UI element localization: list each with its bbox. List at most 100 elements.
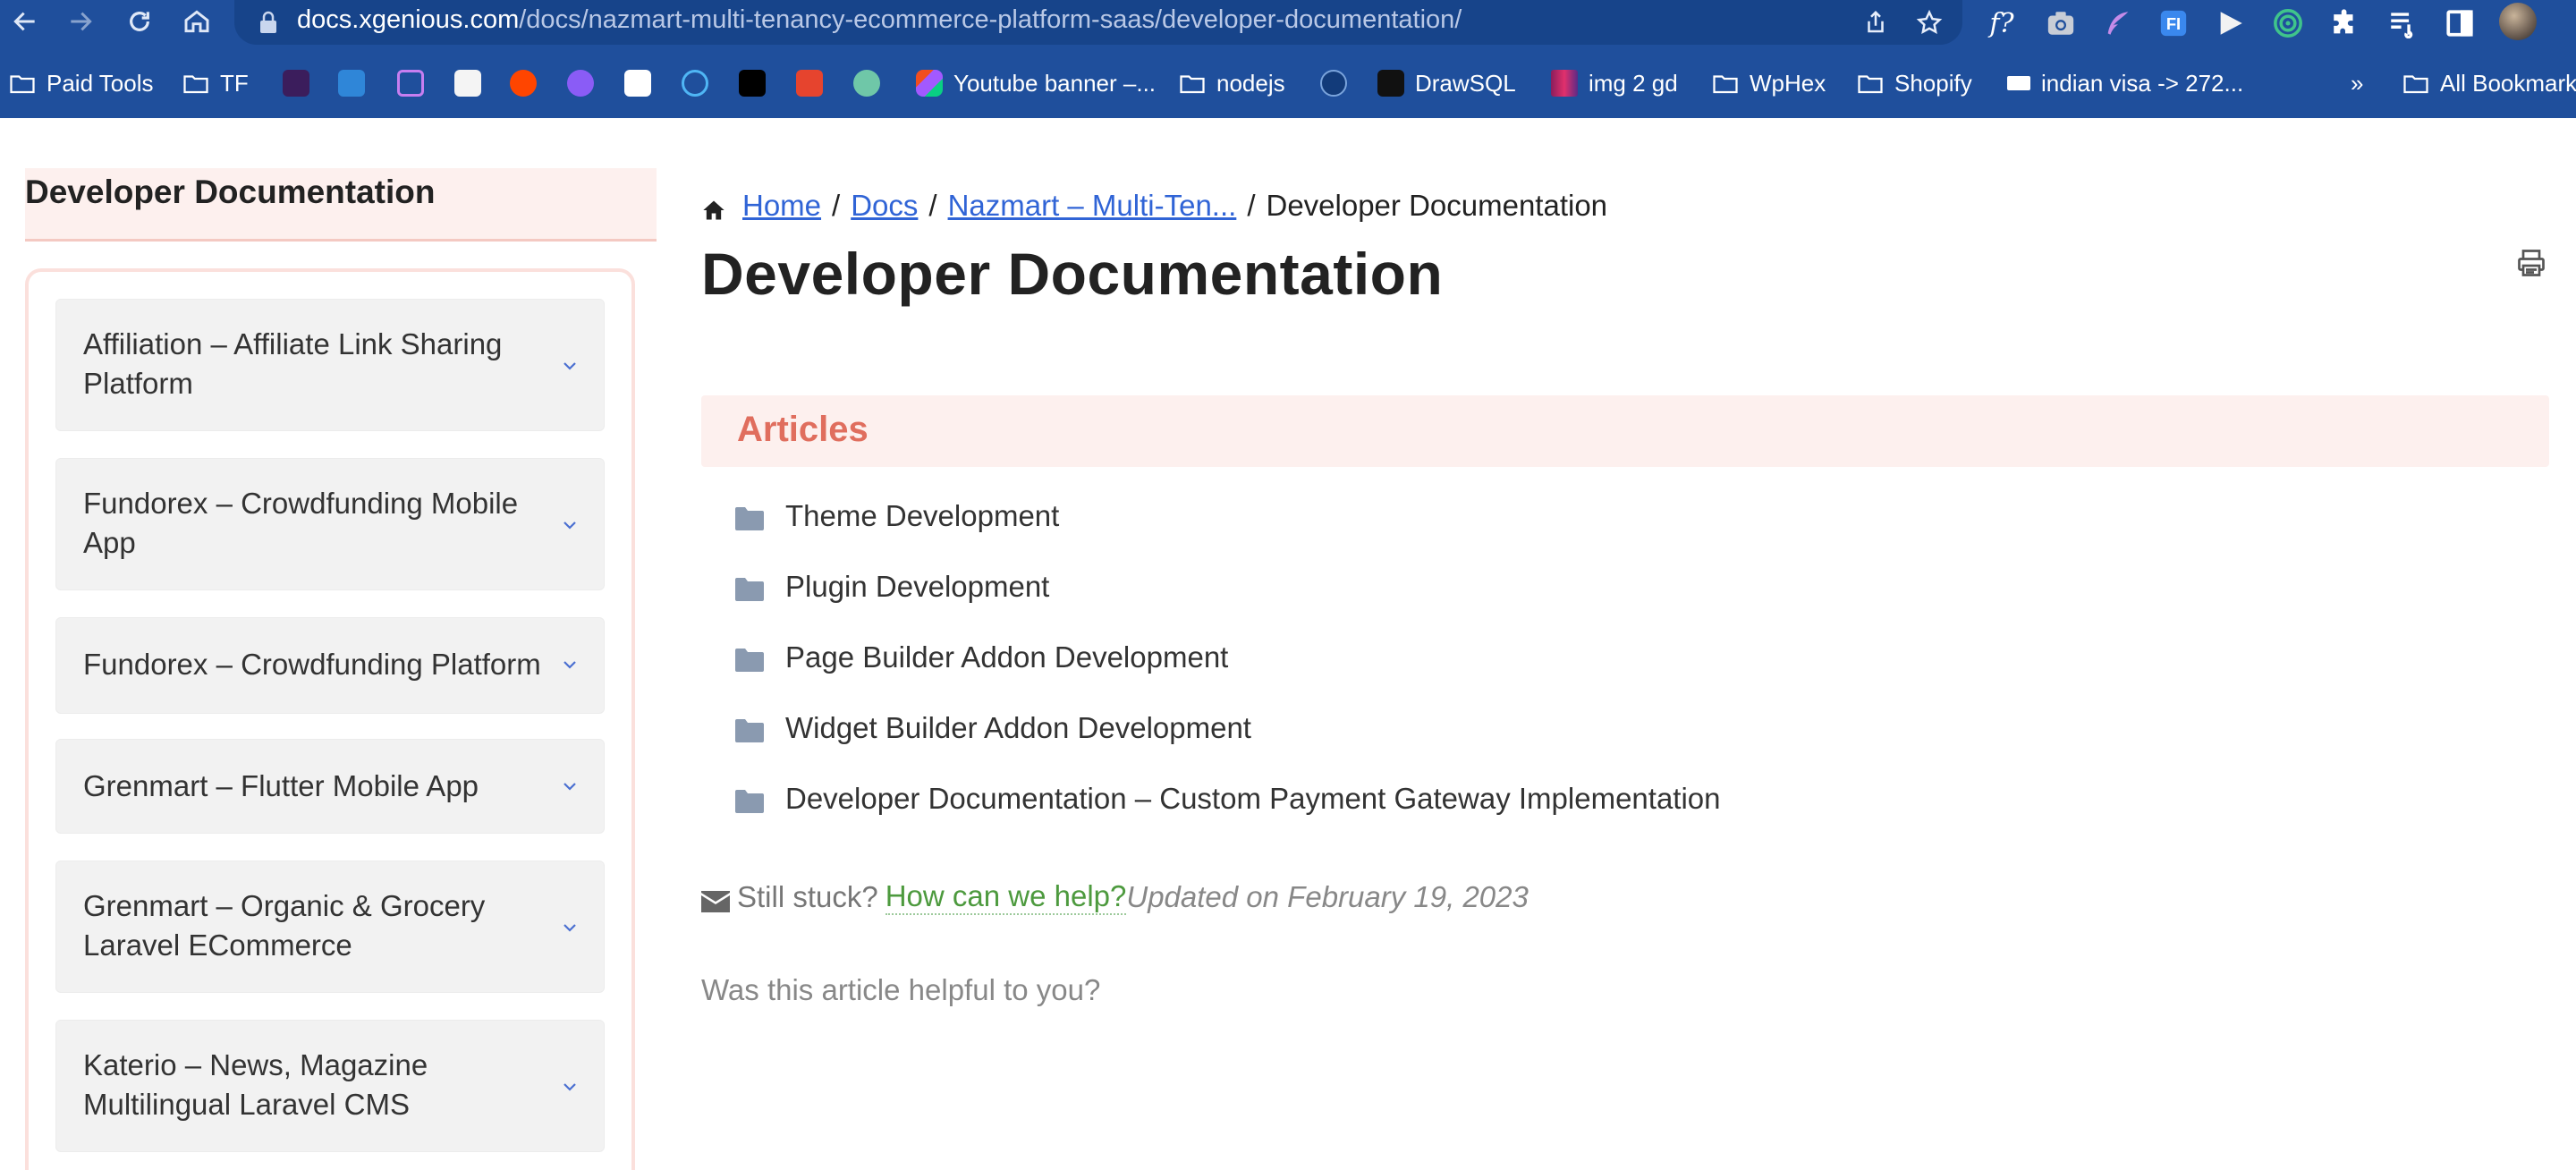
folder-icon	[1712, 70, 1739, 97]
category-label: Fundorex – Crowdfunding Platform	[83, 648, 541, 681]
bookmark-folder-nodejs[interactable]: nodejs	[1179, 61, 1285, 106]
home-icon[interactable]	[179, 4, 215, 39]
bookmark-folder-shopify[interactable]: Shopify	[1857, 61, 1972, 106]
bookmarks-overflow-button[interactable]: »	[2351, 61, 2363, 106]
category-label: Katerio – News, Magazine Multilingual La…	[83, 1048, 428, 1121]
bookmark-folder-all-bookmarks[interactable]: All Bookmarks	[2402, 61, 2576, 106]
print-icon[interactable]	[2515, 247, 2547, 279]
breadcrumb-separator: /	[832, 189, 841, 222]
bookmark-folder-tf[interactable]: TF	[182, 61, 249, 106]
bookmark-favicon-8[interactable]	[682, 70, 708, 97]
sidebar-category-affiliation[interactable]: Affiliation – Affiliate Link Sharing Pla…	[55, 299, 605, 431]
sidebar-category-grenmart-laravel[interactable]: Grenmart – Organic & Grocery Laravel ECo…	[55, 861, 605, 993]
chevron-down-icon[interactable]	[561, 656, 579, 674]
chevron-down-icon[interactable]	[561, 516, 579, 534]
folder-icon	[1179, 70, 1206, 97]
fi-extension-icon[interactable]: FI	[2156, 5, 2191, 41]
article-link-custom-payment-gateway[interactable]: Developer Documentation – Custom Payment…	[735, 778, 1721, 819]
reading-list-icon[interactable]	[2385, 5, 2420, 41]
visa-favicon	[2007, 76, 2030, 90]
figma-favicon	[916, 70, 943, 97]
browser-toolbar: docs.xgenious.com/docs/nazmart-multi-ten…	[0, 0, 2576, 45]
breadcrumb: Home / Docs / Nazmart – Multi-Ten... / D…	[701, 186, 1607, 225]
bookmark-folder-paid-tools[interactable]: Paid Tools	[9, 61, 154, 106]
sidebar-title: Developer Documentation	[25, 174, 436, 210]
category-label: Grenmart – Flutter Mobile App	[83, 769, 479, 802]
bookmark-label: WpHex	[1750, 69, 1826, 97]
address-bar[interactable]: docs.xgenious.com/docs/nazmart-multi-ten…	[234, 0, 1962, 45]
help-link[interactable]: How can we help?	[885, 879, 1127, 915]
bookmark-favicon-2[interactable]	[338, 70, 365, 97]
camera-extension-icon[interactable]	[2043, 5, 2079, 41]
url-host: docs.xgenious.com	[297, 5, 520, 34]
bookmark-favicon-10[interactable]	[796, 70, 823, 97]
bookmark-favicon-7[interactable]	[624, 70, 651, 97]
target-extension-icon[interactable]	[2270, 5, 2306, 41]
bookmark-star-icon[interactable]	[1912, 5, 1946, 39]
feather-extension-icon[interactable]	[2100, 5, 2136, 41]
sidebar-category-grenmart-flutter[interactable]: Grenmart – Flutter Mobile App	[55, 739, 605, 834]
category-label: Affiliation – Affiliate Link Sharing Pla…	[83, 327, 503, 400]
extension-f-icon[interactable]: f?	[1984, 5, 2020, 41]
article-title: Page Builder Addon Development	[785, 640, 1229, 674]
sidebar-category-katerio[interactable]: Katerio – News, Magazine Multilingual La…	[55, 1020, 605, 1152]
reddit-favicon[interactable]	[510, 70, 537, 97]
bookmark-favicon-12[interactable]	[1320, 70, 1347, 97]
play-extension-icon[interactable]	[2213, 5, 2249, 41]
envelope-icon	[701, 886, 730, 912]
bookmark-folder-wphex[interactable]: WpHex	[1712, 61, 1826, 106]
breadcrumb-separator: /	[1247, 189, 1256, 222]
breadcrumb-docs-link[interactable]: Docs	[851, 189, 918, 223]
sidebar-category-fundorex-platform[interactable]: Fundorex – Crowdfunding Platform	[55, 617, 605, 714]
folder-icon	[735, 504, 764, 530]
article-link-widget-builder-addon[interactable]: Widget Builder Addon Development	[735, 708, 1251, 749]
overflow-chevron: »	[2351, 69, 2364, 97]
bookmark-indian-visa[interactable]: indian visa -> 272...	[2007, 61, 2243, 106]
breadcrumb-separator: /	[928, 189, 937, 222]
bookmark-drawsql[interactable]: DrawSQL	[1377, 61, 1516, 106]
updated-date: Updated on February 19, 2023	[1126, 880, 1529, 913]
article-title: Widget Builder Addon Development	[785, 711, 1251, 744]
bookmark-label: img 2 gd	[1589, 69, 1678, 97]
breadcrumb-home-link[interactable]: Home	[742, 189, 821, 223]
bookmark-favicon-11[interactable]	[853, 70, 880, 97]
share-icon[interactable]	[1859, 5, 1893, 39]
url-text[interactable]: docs.xgenious.com/docs/nazmart-multi-ten…	[297, 5, 1462, 35]
bookmark-favicon-1[interactable]	[283, 70, 309, 97]
folder-icon	[2402, 70, 2429, 97]
bookmark-favicon-9[interactable]	[739, 70, 766, 97]
bookmark-img-2-gd[interactable]: img 2 gd	[1551, 61, 1678, 106]
breadcrumb-product-link[interactable]: Nazmart – Multi-Ten...	[948, 189, 1237, 223]
bookmark-youtube-banner[interactable]: Youtube banner –...	[916, 61, 1156, 106]
bookmark-label: Paid Tools	[47, 69, 154, 97]
article-link-plugin-development[interactable]: Plugin Development	[735, 566, 1049, 607]
reload-icon[interactable]	[122, 4, 157, 39]
articles-heading: Articles	[737, 410, 869, 449]
sidebar-category-fundorex-app[interactable]: Fundorex – Crowdfunding Mobile App	[55, 458, 605, 590]
chevron-down-icon[interactable]	[561, 919, 579, 937]
profile-avatar[interactable]	[2499, 3, 2537, 40]
article-link-theme-development[interactable]: Theme Development	[735, 496, 1059, 537]
back-icon[interactable]	[7, 4, 43, 39]
breadcrumb-current: Developer Documentation	[1266, 189, 1608, 222]
chevron-down-icon[interactable]	[561, 777, 579, 795]
bookmark-favicon-4[interactable]	[454, 70, 481, 97]
lock-icon	[260, 11, 276, 33]
article-title: Theme Development	[785, 499, 1060, 532]
folder-icon	[735, 645, 764, 672]
chevron-down-icon[interactable]	[561, 1078, 579, 1096]
chevron-down-icon[interactable]	[561, 357, 579, 375]
folder-icon	[735, 574, 764, 601]
sidebar-header: Developer Documentation	[25, 168, 657, 242]
extensions-puzzle-icon[interactable]	[2327, 5, 2363, 41]
side-panel-icon[interactable]	[2442, 5, 2478, 41]
forward-icon[interactable]	[63, 4, 98, 39]
category-label: Grenmart – Organic & Grocery Laravel ECo…	[83, 889, 486, 962]
bookmark-favicon-3[interactable]	[397, 70, 424, 97]
messenger-favicon[interactable]	[567, 70, 594, 97]
support-line: Still stuck? How can we help? Updated on…	[701, 877, 1529, 918]
article-link-page-builder-addon[interactable]: Page Builder Addon Development	[735, 637, 1228, 678]
article-title: Developer Documentation – Custom Payment…	[785, 782, 1721, 815]
home-icon	[703, 200, 724, 220]
article-title: Plugin Development	[785, 570, 1050, 603]
